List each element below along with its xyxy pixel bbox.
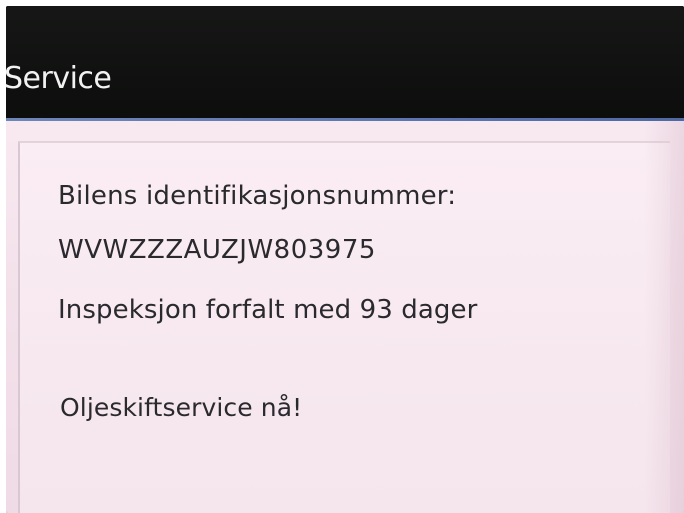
service-panel: Bilens identifikasjonsnummer: WVWZZZAUZJ… xyxy=(6,121,684,513)
panel-edge-shadow xyxy=(644,121,684,513)
header-bar: Service xyxy=(6,6,684,118)
oil-change-message: Oljeskiftservice nå! xyxy=(60,393,303,422)
message-box: Bilens identifikasjonsnummer: WVWZZZAUZJ… xyxy=(18,141,670,513)
photo-frame: Service Bilens identifikasjonsnummer: WV… xyxy=(0,0,684,513)
page-title: Service xyxy=(6,61,112,96)
inspection-status: Inspeksjon forfalt med 93 dager xyxy=(58,295,478,325)
vin-value: WVWZZZAUZJW803975 xyxy=(58,235,376,265)
vin-label: Bilens identifikasjonsnummer: xyxy=(58,181,457,211)
display-screen: Service Bilens identifikasjonsnummer: WV… xyxy=(6,6,684,513)
